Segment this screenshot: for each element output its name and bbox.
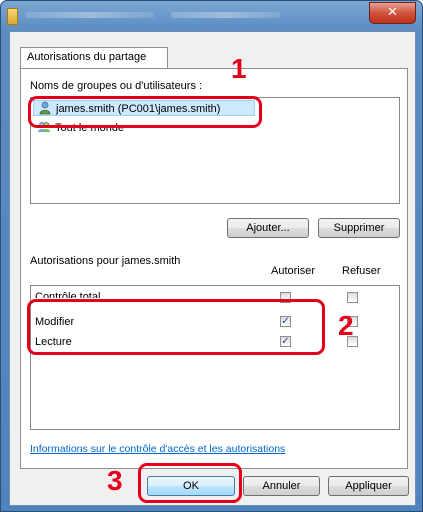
annotation-box-step-2 (27, 299, 325, 355)
column-header-deny: Refuser (342, 265, 381, 277)
close-icon: ✕ (387, 5, 398, 20)
permission-full-control-label: Contrôle total (35, 291, 101, 298)
close-button[interactable]: ✕ (369, 2, 416, 24)
title-text-obscured (25, 12, 155, 18)
title-text-obscured-2 (171, 12, 281, 18)
full-control-deny-checkbox[interactable] (347, 292, 358, 303)
column-header-allow: Autoriser (271, 265, 316, 277)
folder-icon (7, 8, 18, 25)
cancel-button[interactable]: Annuler (243, 476, 320, 496)
add-button[interactable]: Ajouter... (227, 218, 309, 238)
apply-button[interactable]: Appliquer (328, 476, 409, 496)
annotation-step-1: 1 (231, 53, 247, 84)
tab-label: Autorisations du partage (27, 51, 147, 63)
access-control-info-link[interactable]: Informations sur le contrôle d'accès et … (30, 443, 285, 455)
annotation-box-step-1 (28, 96, 262, 128)
permissions-label: Autorisations pour james.smith (30, 255, 181, 267)
annotation-box-step-3 (138, 463, 242, 503)
title-bar[interactable]: ✕ (1, 1, 422, 31)
remove-button[interactable]: Supprimer (318, 218, 400, 238)
annotation-step-2: 2 (338, 310, 354, 341)
tab-share-permissions[interactable]: Autorisations du partage (20, 47, 168, 69)
annotation-step-3: 3 (107, 465, 123, 496)
groups-label: Noms de groupes ou d'utilisateurs : (30, 80, 203, 92)
